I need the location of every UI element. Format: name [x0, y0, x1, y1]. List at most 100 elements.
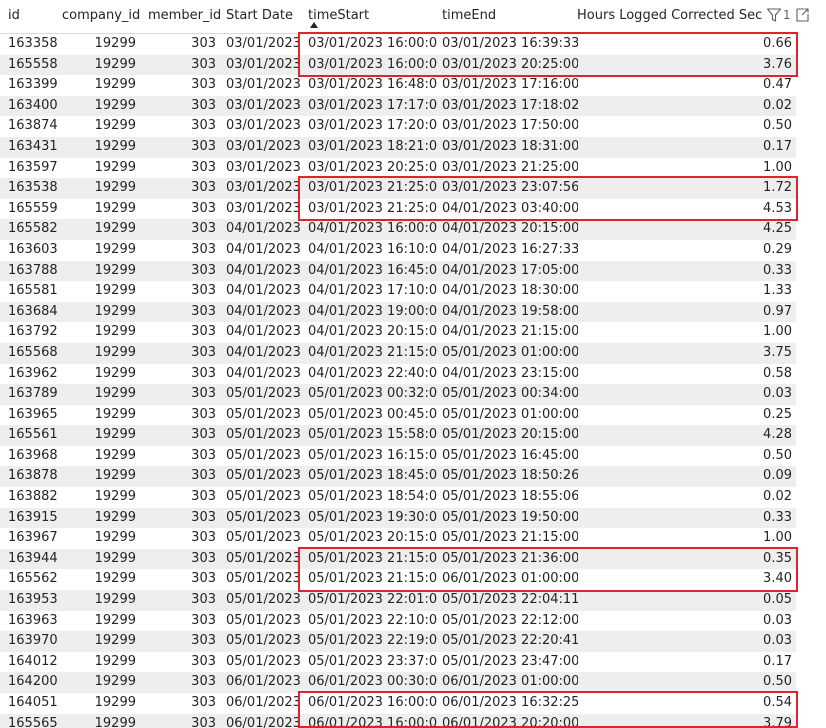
cell-member-id: 303 — [191, 509, 216, 525]
cell-id: 165565 — [8, 715, 58, 728]
cell-time-start: 05/01/2023 18:54:00 — [308, 489, 438, 505]
table-row[interactable]: 163538 19299 303 03/01/2023 03/01/2023 21:25… — [0, 178, 796, 199]
cell-hours-logged: 0.66 — [763, 36, 792, 51]
table-row[interactable]: 163882 19299 303 05/01/2023 05/01/2023 18:54… — [0, 487, 796, 508]
table-row[interactable]: 165561 19299 303 05/01/2023 05/01/2023 15:58… — [0, 425, 796, 446]
table-row[interactable]: 163597 19299 303 03/01/2023 03/01/2023 20:25… — [0, 158, 796, 179]
cell-company-id: 19299 — [94, 180, 136, 196]
cell-time-end: 05/01/2023 22:20:41 — [442, 633, 578, 649]
table-row[interactable]: 163792 19299 303 04/01/2023 04/01/2023 20:15… — [0, 322, 796, 343]
column-header-id[interactable]: id — [8, 0, 62, 33]
table-header: id company_id member_id Start Date timeS… — [0, 0, 800, 34]
table-row[interactable]: 163915 19299 303 05/01/2023 05/01/2023 19:30… — [0, 507, 796, 529]
cell-time-end: 05/01/2023 21:15:00 — [442, 530, 578, 546]
table-row[interactable]: 164051 19299 303 06/01/2023 06/01/2023 16:00… — [0, 693, 796, 714]
cell-time-start: 04/01/2023 21:15:00 — [308, 344, 438, 360]
cell-company-id: 19299 — [94, 200, 136, 216]
table-row[interactable]: 164012 19299 303 05/01/2023 05/01/2023 23:37… — [0, 652, 796, 673]
cell-start-date: 06/01/2023 — [226, 674, 301, 690]
table-row[interactable]: 163358 19299 303 03/01/2023 03/01/2023 16:00… — [0, 34, 796, 55]
cell-id: 165581 — [8, 283, 58, 299]
cell-id: 163963 — [8, 612, 58, 628]
cell-company-id: 19299 — [94, 77, 136, 93]
table-row[interactable]: 165568 19299 303 04/01/2023 04/01/2023 21:15… — [0, 342, 796, 364]
cell-company-id: 19299 — [94, 653, 136, 669]
table-row[interactable]: 163399 19299 303 03/01/2023 03/01/2023 16:48… — [0, 75, 796, 96]
column-header-time-end[interactable]: timeEnd — [442, 0, 572, 33]
table-row[interactable]: 163962 19299 303 04/01/2023 04/01/2023 22:40… — [0, 364, 796, 385]
table-row[interactable]: 163963 19299 303 05/01/2023 05/01/2023 22:10… — [0, 611, 796, 632]
table-row[interactable]: 163965 19299 303 05/01/2023 05/01/2023 00:45… — [0, 405, 796, 426]
cell-company-id: 19299 — [94, 159, 136, 175]
cell-member-id: 303 — [191, 489, 216, 505]
cell-time-end: 03/01/2023 18:31:00 — [442, 138, 578, 154]
cell-time-end: 05/01/2023 00:34:00 — [442, 386, 578, 402]
table-row[interactable]: 165581 19299 303 04/01/2023 04/01/2023 17:10… — [0, 281, 796, 302]
cell-start-date: 03/01/2023 — [226, 138, 301, 154]
table-row[interactable]: 163400 19299 303 03/01/2023 03/01/2023 17:17… — [0, 95, 796, 117]
column-header-start-date[interactable]: Start Date — [226, 0, 306, 33]
cell-company-id: 19299 — [94, 344, 136, 360]
cell-start-date: 05/01/2023 — [226, 530, 301, 546]
table-row[interactable]: 163953 19299 303 05/01/2023 05/01/2023 22:01… — [0, 590, 796, 611]
cell-company-id: 19299 — [94, 386, 136, 402]
cell-member-id: 303 — [191, 241, 216, 257]
cell-time-end: 04/01/2023 03:40:00 — [442, 200, 578, 216]
cell-id: 163538 — [8, 180, 58, 196]
cell-member-id: 303 — [191, 468, 216, 484]
table-row[interactable]: 165562 19299 303 05/01/2023 05/01/2023 21:15… — [0, 569, 796, 590]
cell-id: 163788 — [8, 262, 58, 278]
cell-time-end: 04/01/2023 19:58:00 — [442, 303, 578, 319]
cell-member-id: 303 — [191, 303, 216, 319]
cell-id: 164012 — [8, 653, 58, 669]
table-row[interactable]: 164200 19299 303 06/01/2023 06/01/2023 00:30… — [0, 672, 796, 693]
cell-hours-logged: 1.72 — [763, 180, 792, 196]
cell-id: 164200 — [8, 674, 58, 690]
cell-hours-logged: 0.17 — [763, 138, 792, 154]
table-row[interactable]: 163431 19299 303 03/01/2023 03/01/2023 18:21… — [0, 136, 796, 158]
table-row[interactable]: 163967 19299 303 05/01/2023 05/01/2023 20:15… — [0, 528, 796, 549]
cell-id: 165582 — [8, 221, 58, 237]
cell-company-id: 19299 — [94, 138, 136, 154]
cell-start-date: 05/01/2023 — [226, 468, 301, 484]
column-header-member-id[interactable]: member_id — [148, 0, 220, 33]
cell-member-id: 303 — [191, 571, 216, 587]
filter-icon[interactable] — [766, 7, 782, 23]
table-row[interactable]: 165559 19299 303 03/01/2023 03/01/2023 21:25… — [0, 199, 796, 220]
cell-start-date: 04/01/2023 — [226, 365, 301, 381]
table-row[interactable]: 165565 19299 303 06/01/2023 06/01/2023 16:00… — [0, 713, 796, 728]
cell-start-date: 03/01/2023 — [226, 56, 301, 72]
table-row[interactable]: 163603 19299 303 04/01/2023 04/01/2023 16:10… — [0, 240, 796, 261]
cell-time-end: 05/01/2023 19:50:00 — [442, 509, 578, 525]
cell-company-id: 19299 — [94, 530, 136, 546]
table-row[interactable]: 163788 19299 303 04/01/2023 04/01/2023 16:45… — [0, 260, 796, 282]
column-header-time-start[interactable]: timeStart — [308, 0, 438, 33]
cell-time-end: 04/01/2023 17:05:00 — [442, 262, 578, 278]
table-row[interactable]: 163789 19299 303 05/01/2023 05/01/2023 00:32… — [0, 384, 796, 405]
table-row[interactable]: 163970 19299 303 05/01/2023 05/01/2023 22:19… — [0, 631, 796, 652]
table-row[interactable]: 165558 19299 303 03/01/2023 03/01/2023 16:00… — [0, 54, 796, 76]
cell-start-date: 05/01/2023 — [226, 592, 301, 608]
cell-time-start: 05/01/2023 16:15:00 — [308, 447, 438, 463]
cell-time-start: 03/01/2023 21:25:00 — [308, 180, 438, 196]
vertical-scrollbar[interactable] — [812, 34, 826, 728]
column-header-company-id[interactable]: company_id — [62, 0, 140, 33]
cell-time-end: 04/01/2023 16:27:33 — [442, 241, 578, 257]
cell-company-id: 19299 — [94, 283, 136, 299]
cell-id: 163915 — [8, 509, 58, 525]
table-row[interactable]: 163878 19299 303 05/01/2023 05/01/2023 18:45… — [0, 466, 796, 488]
cell-id: 163789 — [8, 386, 58, 402]
cell-company-id: 19299 — [94, 550, 136, 566]
column-header-hours-logged[interactable]: Hours Logged Corrected Seco — [577, 0, 763, 33]
cell-time-end: 06/01/2023 16:32:25 — [442, 695, 578, 710]
table-row[interactable]: 163944 19299 303 05/01/2023 05/01/2023 21:15… — [0, 548, 796, 570]
cell-company-id: 19299 — [94, 612, 136, 628]
table-row[interactable]: 165582 19299 303 04/01/2023 04/01/2023 16:00… — [0, 219, 796, 240]
focus-mode-icon[interactable] — [794, 7, 810, 23]
table-row[interactable]: 163684 19299 303 04/01/2023 04/01/2023 19:00… — [0, 301, 796, 323]
table-row[interactable]: 163874 19299 303 03/01/2023 03/01/2023 17:20… — [0, 116, 796, 137]
cell-id: 165559 — [8, 200, 58, 216]
cell-company-id: 19299 — [94, 633, 136, 649]
cell-company-id: 19299 — [94, 56, 136, 72]
table-row[interactable]: 163968 19299 303 05/01/2023 05/01/2023 16:15… — [0, 446, 796, 467]
